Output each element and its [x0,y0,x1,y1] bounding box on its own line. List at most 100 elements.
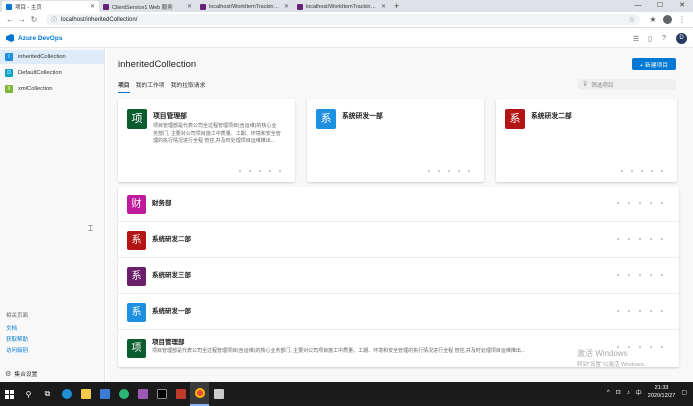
file-explorer-icon[interactable] [76,382,95,406]
browser-tab-strip: 项目 - 主页 ✕ ClientService1 Web 服务 ✕ localh… [0,0,693,12]
project-tile: 系 [127,267,146,286]
filter-projects-input[interactable]: ⊽ 筛选项目 [578,79,676,90]
project-name[interactable]: 系统研发二部 [152,233,191,243]
windows-taskbar: ⚲ ⧉ ^ ⊡ ♪ 中 21:33 2020/12/27 ▢ [0,382,693,406]
notepad-icon[interactable] [209,382,228,406]
url-text[interactable]: localhost/inheritedCollection/ [61,17,629,23]
clock[interactable]: 21:33 2020/12/27 [648,385,676,400]
minimize-button[interactable]: — [627,0,649,12]
vs-icon [297,3,303,10]
browser-tab[interactable]: localhost/WorkItemTracking/... ✕ [293,1,390,12]
list-item[interactable]: 系 系统研发二部 [118,223,679,258]
clipboard-icon[interactable]: ▯ [643,35,657,43]
project-tile: 系 [316,109,336,129]
project-name[interactable]: 项目管理部 [152,336,185,346]
project-services-dots [608,310,663,312]
app-icon[interactable] [133,382,152,406]
collection-tile: D [5,69,13,77]
filter-icon: ⊽ [583,82,588,88]
forward-icon[interactable]: → [16,15,28,24]
vs-icon [200,3,206,10]
watermark-line1: 激活 Windows [577,349,628,358]
sidebar-item-label: inheritedCollection [18,54,66,60]
network-icon[interactable]: ⊡ [616,389,621,396]
tab-my-pull-requests[interactable]: 我的拉取请求 [171,80,206,93]
store-icon[interactable] [95,382,114,406]
browser-tab[interactable]: ClientService1 Web 服务 ✕ [99,1,196,12]
project-card[interactable]: 系 系统研发一部 [307,99,484,182]
gear-icon: ⚙ [5,370,12,378]
close-icon[interactable]: ✕ [284,3,289,10]
browser-tab-active[interactable]: 项目 - 主页 ✕ [2,1,99,12]
address-bar: ← → ↻ ⓘ localhost/inheritedCollection/ ☆… [0,12,693,28]
list-item[interactable]: 系 系统研发三部 [118,259,679,294]
docs-link[interactable]: 文档 [6,324,28,332]
menu-icon[interactable]: ⋮ [675,15,689,24]
project-name[interactable]: 系统研发二部 [531,110,572,120]
list-icon[interactable]: ☰ [629,35,643,43]
collection-settings-button[interactable]: ⚙ 集合设置 [5,369,38,379]
ado-header: Azure DevOps ☰ ▯ ? D [0,29,693,48]
app-icon[interactable] [114,382,133,406]
page-title: inheritedCollection [118,59,197,70]
new-project-button[interactable]: + 新建项目 [632,58,676,70]
url-field[interactable]: ⓘ localhost/inheritedCollection/ ☆ [46,14,640,25]
search-icon[interactable]: ⚲ [19,382,38,406]
list-item[interactable]: 系 系统研发一部 [118,295,679,330]
edge-icon[interactable] [57,382,76,406]
chrome-icon[interactable] [190,382,209,406]
close-window-button[interactable]: ✕ [671,0,693,12]
tab-projects[interactable]: 项目 [118,80,130,93]
collection-settings-label: 集合设置 [14,372,38,378]
project-tile: 系 [505,109,525,129]
project-name[interactable]: 系统研发一部 [342,110,383,120]
get-help-link[interactable]: 获取帮助 [6,335,28,343]
app-icon[interactable] [171,382,190,406]
reload-icon[interactable]: ↻ [28,15,40,24]
project-card[interactable]: 项 项目管理部 项目管理部是代表公司全过程管理项目(含运维)的核心业务部门, 主… [118,99,295,182]
ime-indicator[interactable]: 中 [636,388,642,397]
collection-sidebar: I inheritedCollection D DefaultCollectio… [0,48,105,382]
project-name[interactable]: 系统研发三部 [152,269,191,279]
tab-title: 项目 - 主页 [15,4,42,11]
task-view-icon[interactable]: ⧉ [38,382,57,406]
project-name[interactable]: 项目管理部 [153,110,187,120]
start-button[interactable] [0,382,19,406]
sidebar-item-xmlcollection[interactable]: X xmlCollection [0,82,104,96]
main-content: inheritedCollection + 新建项目 项目 我的工作项 我的拉取… [106,48,693,382]
product-name[interactable]: Azure DevOps [18,35,62,42]
project-services-dots [231,170,281,172]
user-avatar[interactable]: D [676,33,687,44]
access-levels-link[interactable]: 访问级别 [6,346,28,354]
azure-devops-logo-icon[interactable] [6,34,14,42]
project-card[interactable]: 系 系统研发二部 [496,99,677,182]
close-icon[interactable]: ✕ [187,3,192,10]
back-icon[interactable]: ← [4,15,16,24]
notification-icon[interactable]: ▢ [681,389,687,396]
close-icon[interactable]: ✕ [381,3,386,10]
close-icon[interactable]: ✕ [90,3,95,10]
project-tile: 系 [127,231,146,250]
chevron-up-icon[interactable]: ^ [607,390,610,396]
maximize-button[interactable]: ☐ [649,0,671,12]
volume-icon[interactable]: ♪ [627,390,630,396]
star-icon[interactable]: ☆ [629,16,635,24]
project-services-dots [613,170,663,172]
cmd-icon[interactable] [152,382,171,406]
windows-logo-icon [5,389,14,399]
sidebar-item-inheritedcollection[interactable]: I inheritedCollection [0,50,104,64]
tab-my-work-items[interactable]: 我的工作项 [136,80,165,93]
info-icon[interactable]: ⓘ [51,15,57,24]
profile-avatar[interactable] [663,15,672,24]
collection-tile: I [5,53,13,61]
tab-title: localhost/WorkItemTracking/... [306,3,379,10]
project-name[interactable]: 系统研发一部 [152,305,191,315]
new-tab-button[interactable]: + [394,1,399,12]
vs-icon [103,3,109,10]
extensions-icon[interactable]: ★ [646,15,660,24]
project-name[interactable]: 财务部 [152,197,172,207]
help-icon[interactable]: ? [657,35,671,42]
browser-tab[interactable]: localhost/WorkItemTracking/... ✕ [196,1,293,12]
list-item[interactable]: 财 财务部 [118,187,679,222]
sidebar-item-defaultcollection[interactable]: D DefaultCollection [0,66,104,80]
